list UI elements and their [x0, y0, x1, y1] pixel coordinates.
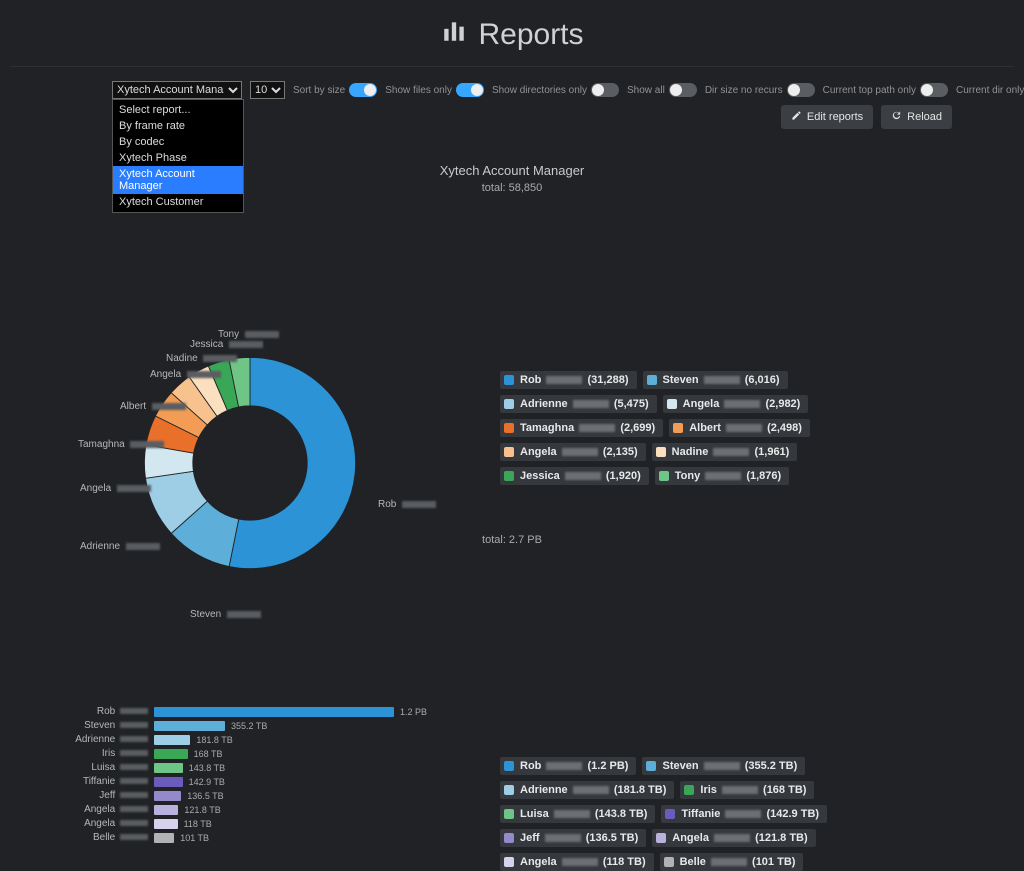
legend-chip[interactable]: Belle (101 TB) — [660, 853, 804, 871]
report-select-dropdown[interactable]: Select report...By frame rateBy codecXyt… — [112, 99, 244, 213]
legend-chip[interactable]: Angela (121.8 TB) — [652, 829, 815, 847]
donut-legend: Rob (31,288) Steven (6,016) Adrienne (5,47… — [500, 371, 930, 485]
legend-chip[interactable]: Jeff (136.5 TB) — [500, 829, 646, 847]
toggle-label: Current dir only — [956, 85, 1024, 96]
toggle-current-top-path-only[interactable] — [920, 83, 948, 97]
report-option[interactable]: Xytech Account Manager — [113, 166, 243, 194]
donut-slice-label: Jessica — [190, 339, 263, 350]
report-option[interactable]: By codec — [113, 134, 243, 150]
report-option[interactable]: Select report... — [113, 102, 243, 118]
legend-chip[interactable]: Angela (2,135) — [500, 443, 646, 461]
controls-row: Xytech Account Mana 10 Sort by size Show … — [0, 67, 1024, 99]
report-option[interactable]: Xytech Phase — [113, 150, 243, 166]
legend-chip[interactable]: Rob (1.2 PB) — [500, 757, 636, 775]
bar-chart: Rob 1.2 PBSteven 355.2 TBAdrienne 181.8 … — [72, 705, 442, 845]
donut-slice-label: Rob — [378, 499, 436, 510]
toggle-label: Show directories only — [492, 85, 587, 96]
legend-chip[interactable]: Angela (118 TB) — [500, 853, 654, 871]
page-title: Reports — [478, 18, 583, 52]
donut-slice-label: Tony — [218, 329, 279, 340]
bar-row: Jeff 136.5 TB — [72, 789, 442, 802]
chart-bars-icon — [440, 18, 468, 52]
toggle-label: Sort by size — [293, 85, 345, 96]
legend-chip[interactable]: Albert (2,498) — [669, 419, 810, 437]
legend-chip[interactable]: Angela (2,982) — [663, 395, 809, 413]
donut-slice-label: Nadine — [166, 353, 237, 364]
donut-slice-label: Adrienne — [80, 541, 160, 552]
legend-chip[interactable]: Tamaghna (2,699) — [500, 419, 663, 437]
legend-chip[interactable]: Adrienne (5,475) — [500, 395, 657, 413]
bar-row: Adrienne 181.8 TB — [72, 733, 442, 746]
donut-slice-label: Angela — [150, 369, 221, 380]
bar-row: Tiffanie 142.9 TB — [72, 775, 442, 788]
legend-chip[interactable]: Jessica (1,920) — [500, 467, 649, 485]
reload-button[interactable]: Reload — [881, 105, 952, 129]
legend-chip[interactable]: Adrienne (181.8 TB) — [500, 781, 674, 799]
toggle-dir-size-no-recurs[interactable] — [787, 83, 815, 97]
legend-chip[interactable]: Steven (6,016) — [643, 371, 788, 389]
bar-row: Luisa 143.8 TB — [72, 761, 442, 774]
bar-row: Angela 121.8 TB — [72, 803, 442, 816]
donut-slice-label: Angela — [80, 483, 151, 494]
donut-slice-label: Steven — [190, 609, 261, 620]
legend-chip[interactable]: Luisa (143.8 TB) — [500, 805, 655, 823]
toggle-show-directories-only[interactable] — [591, 83, 619, 97]
legend-chip[interactable]: Steven (355.2 TB) — [642, 757, 805, 775]
limit-select[interactable]: 10 — [250, 81, 285, 99]
bar-row: Steven 355.2 TB — [72, 719, 442, 732]
legend-chip[interactable]: Iris (168 TB) — [680, 781, 814, 799]
donut-slice-label: Albert — [120, 401, 186, 412]
legend-chip[interactable]: Rob (31,288) — [500, 371, 637, 389]
legend-chip[interactable]: Nadine (1,961) — [652, 443, 798, 461]
bar-row: Belle 101 TB — [72, 831, 442, 844]
report-option[interactable]: Xytech Customer — [113, 194, 243, 210]
toggle-label: Show files only — [385, 85, 452, 96]
bars-legend: Rob (1.2 PB) Steven (355.2 TB) Adrienne (1… — [500, 757, 930, 871]
report-option[interactable]: By frame rate — [113, 118, 243, 134]
pencil-icon — [791, 110, 802, 124]
donut-slice-label: Tamaghna — [78, 439, 164, 450]
report-select[interactable]: Xytech Account Mana — [112, 81, 242, 99]
bar-row: Rob 1.2 PB — [72, 705, 442, 718]
toggle-label: Show all — [627, 85, 665, 96]
legend-chip[interactable]: Tiffanie (142.9 TB) — [661, 805, 827, 823]
bar-row: Iris 168 TB — [72, 747, 442, 760]
toggle-label: Current top path only — [823, 85, 916, 96]
toggle-show-all[interactable] — [669, 83, 697, 97]
edit-reports-button[interactable]: Edit reports — [781, 105, 873, 129]
page-title-bar: Reports — [10, 10, 1014, 67]
bar-row: Angela 118 TB — [72, 817, 442, 830]
reload-icon — [891, 110, 902, 124]
toggle-label: Dir size no recurs — [705, 85, 783, 96]
legend-chip[interactable]: Tony (1,876) — [655, 467, 789, 485]
toggle-sort-by-size[interactable] — [349, 83, 377, 97]
toggle-show-files-only[interactable] — [456, 83, 484, 97]
